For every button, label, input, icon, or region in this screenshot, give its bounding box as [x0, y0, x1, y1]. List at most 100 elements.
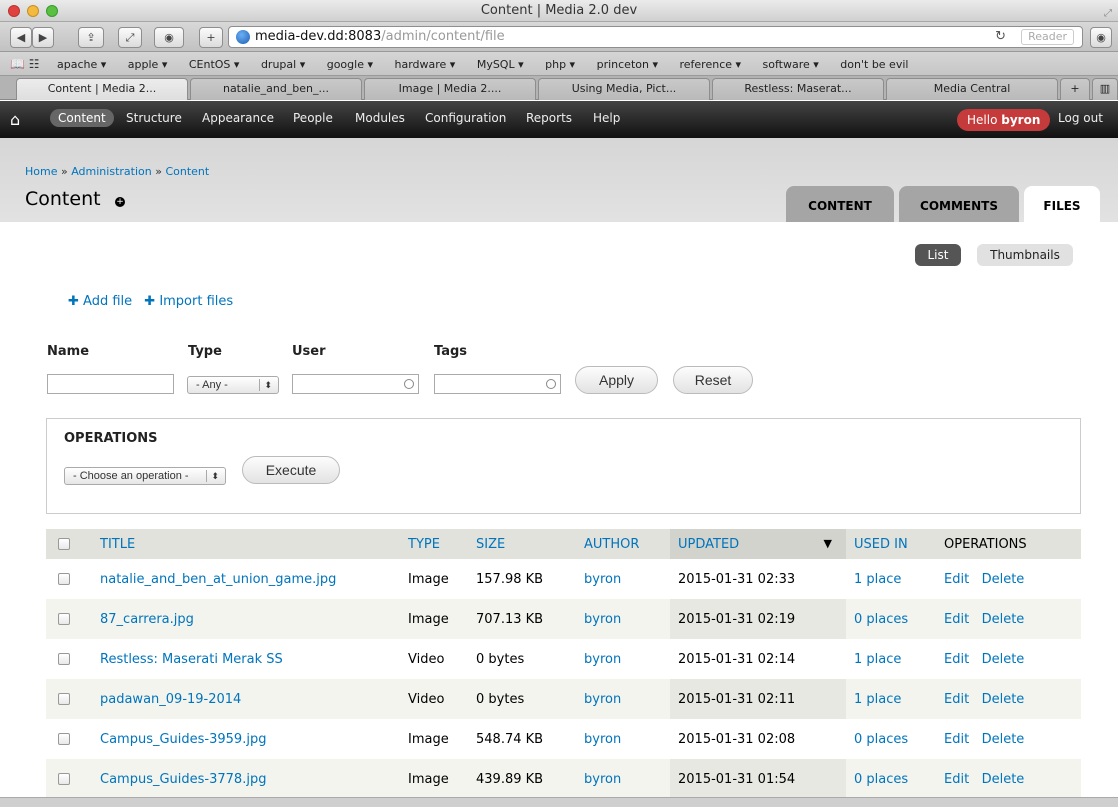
breadcrumb-home[interactable]: Home	[25, 165, 57, 178]
file-used-in-link[interactable]: 1 place	[854, 572, 901, 587]
delete-link[interactable]: Delete	[982, 732, 1025, 747]
breadcrumb-content[interactable]: Content	[165, 165, 209, 178]
tab-overview-icon[interactable]: ▥	[1092, 78, 1118, 100]
import-files-link[interactable]: ✚ Import files	[144, 294, 233, 309]
zoom-window-button[interactable]	[46, 5, 58, 17]
select-all-checkbox[interactable]	[58, 538, 70, 550]
column-author[interactable]: AUTHOR	[576, 529, 670, 559]
file-title-link[interactable]: Campus_Guides-3959.jpg	[100, 732, 266, 747]
row-checkbox[interactable]	[58, 733, 70, 745]
file-used-in-link[interactable]: 1 place	[854, 692, 901, 707]
bookmark-item[interactable]: php ▾	[545, 53, 575, 75]
minimize-window-button[interactable]	[27, 5, 39, 17]
browser-tab[interactable]: natalie_and_ben_...	[190, 78, 362, 100]
file-author-link[interactable]: byron	[584, 612, 621, 627]
tab-content[interactable]: CONTENT	[786, 186, 894, 222]
admin-menu-help[interactable]: Help	[593, 111, 620, 125]
column-title[interactable]: TITLE	[92, 529, 400, 559]
file-author-link[interactable]: byron	[584, 572, 621, 587]
back-button[interactable]: ◀	[10, 27, 32, 48]
row-checkbox[interactable]	[58, 613, 70, 625]
file-title-link[interactable]: 87_carrera.jpg	[100, 612, 194, 627]
row-checkbox[interactable]	[58, 573, 70, 585]
file-title-link[interactable]: Campus_Guides-3778.jpg	[100, 772, 266, 787]
bookmark-item[interactable]: software ▾	[763, 53, 819, 75]
edit-link[interactable]: Edit	[944, 772, 969, 787]
type-filter-select[interactable]: - Any - ⬍	[187, 376, 279, 394]
bookmark-item[interactable]: reference ▾	[679, 53, 741, 75]
tab-comments[interactable]: COMMENTS	[899, 186, 1019, 222]
admin-menu-people[interactable]: People	[293, 111, 333, 125]
share-button[interactable]: ⇪	[78, 27, 104, 48]
delete-link[interactable]: Delete	[982, 612, 1025, 627]
admin-menu-structure[interactable]: Structure	[126, 111, 182, 125]
url-bar[interactable]: media-dev.dd:8083/admin/content/file ↻ R…	[228, 26, 1083, 48]
reading-list-icon[interactable]: 📖 ☷	[10, 52, 40, 75]
thumbnails-view-button[interactable]: Thumbnails	[977, 244, 1073, 266]
admin-menu-appearance[interactable]: Appearance	[202, 111, 274, 125]
user-filter-input[interactable]	[292, 374, 419, 394]
file-author-link[interactable]: byron	[584, 732, 621, 747]
browser-tab[interactable]: Restless: Maserat...	[712, 78, 884, 100]
edit-link[interactable]: Edit	[944, 612, 969, 627]
column-updated[interactable]: UPDATED ▼	[670, 529, 846, 559]
column-used-in[interactable]: USED IN	[846, 529, 936, 559]
home-icon[interactable]: ⌂	[10, 110, 20, 129]
reader-button[interactable]: Reader	[1021, 29, 1074, 45]
file-title-link[interactable]: Restless: Maserati Merak SS	[100, 652, 283, 667]
browser-tab[interactable]: Content | Media 2...	[16, 78, 188, 100]
browser-tab[interactable]: Using Media, Pict...	[538, 78, 710, 100]
edit-link[interactable]: Edit	[944, 732, 969, 747]
admin-menu-content[interactable]: Content	[50, 109, 114, 127]
add-shortcut-icon[interactable]: +	[115, 197, 125, 207]
name-filter-input[interactable]	[47, 374, 174, 394]
bookmark-item[interactable]: drupal ▾	[261, 53, 305, 75]
column-size[interactable]: SIZE	[468, 529, 576, 559]
reset-button[interactable]: Reset	[673, 366, 753, 394]
column-type[interactable]: TYPE	[400, 529, 468, 559]
fullscreen-button[interactable]: ⤢	[118, 27, 142, 48]
delete-link[interactable]: Delete	[982, 652, 1025, 667]
row-checkbox[interactable]	[58, 653, 70, 665]
user-menu[interactable]: Hello byron	[957, 109, 1051, 131]
bookmark-item[interactable]: princeton ▾	[597, 53, 658, 75]
file-title-link[interactable]: padawan_09-19-2014	[100, 692, 241, 707]
operation-select[interactable]: - Choose an operation - ⬍	[64, 467, 226, 485]
delete-link[interactable]: Delete	[982, 572, 1025, 587]
logout-link[interactable]: Log out	[1058, 111, 1103, 125]
row-checkbox[interactable]	[58, 693, 70, 705]
browser-tab[interactable]: Image | Media 2....	[364, 78, 536, 100]
admin-menu-modules[interactable]: Modules	[355, 111, 405, 125]
file-used-in-link[interactable]: 0 places	[854, 732, 908, 747]
browser-tab[interactable]: Media Central	[886, 78, 1058, 100]
execute-button[interactable]: Execute	[242, 456, 340, 484]
extension-button[interactable]: ◉	[154, 27, 184, 48]
file-author-link[interactable]: byron	[584, 652, 621, 667]
forward-button[interactable]: ▶	[32, 27, 54, 48]
admin-menu-reports[interactable]: Reports	[526, 111, 572, 125]
list-view-button[interactable]: List	[915, 244, 961, 266]
file-title-link[interactable]: natalie_and_ben_at_union_game.jpg	[100, 572, 336, 587]
apply-button[interactable]: Apply	[575, 366, 658, 394]
reload-icon[interactable]: ↻	[995, 27, 1006, 47]
file-author-link[interactable]: byron	[584, 772, 621, 787]
delete-link[interactable]: Delete	[982, 772, 1025, 787]
bookmark-item[interactable]: MySQL ▾	[477, 53, 524, 75]
delete-link[interactable]: Delete	[982, 692, 1025, 707]
edit-link[interactable]: Edit	[944, 572, 969, 587]
close-window-button[interactable]	[8, 5, 20, 17]
bookmark-item[interactable]: don't be evil	[840, 53, 908, 75]
bookmark-item[interactable]: google ▾	[327, 53, 373, 75]
admin-menu-configuration[interactable]: Configuration	[425, 111, 506, 125]
edit-link[interactable]: Edit	[944, 652, 969, 667]
bookmark-item[interactable]: CEntOS ▾	[189, 53, 240, 75]
tags-filter-input[interactable]	[434, 374, 561, 394]
breadcrumb-administration[interactable]: Administration	[71, 165, 152, 178]
bookmark-item[interactable]: apache ▾	[57, 53, 106, 75]
new-tab-button[interactable]: +	[199, 27, 223, 48]
downloads-button[interactable]: ◉	[1090, 27, 1112, 48]
bookmark-item[interactable]: hardware ▾	[395, 53, 456, 75]
tab-files[interactable]: FILES	[1024, 186, 1100, 222]
edit-link[interactable]: Edit	[944, 692, 969, 707]
file-used-in-link[interactable]: 1 place	[854, 652, 901, 667]
